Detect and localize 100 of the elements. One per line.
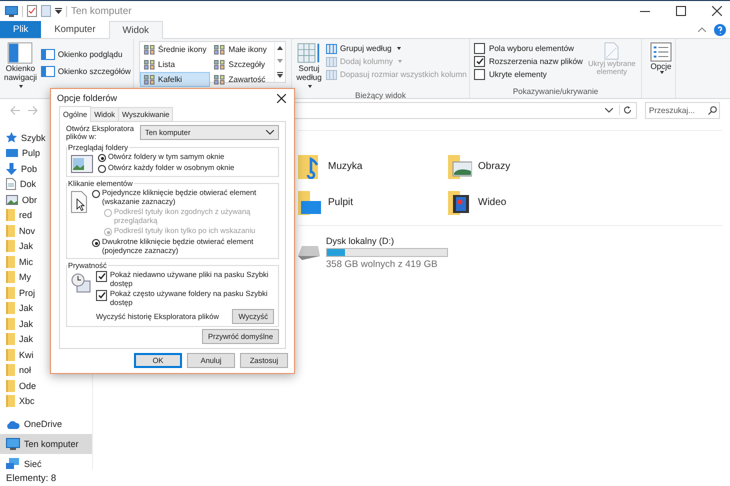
sidebar-item[interactable]: Ode [0, 378, 92, 394]
drive-name: Dysk lokalny (D:) [326, 236, 396, 246]
ribbon-checkbox[interactable]: Ukryte elementy [474, 68, 547, 81]
folder-tile[interactable]: Muzyka [298, 153, 362, 179]
window-title: Ten komputer [71, 6, 132, 16]
layout-option[interactable]: Średnie ikony [140, 42, 210, 57]
pane-layout-icon [7, 42, 34, 64]
free-space-text: 358 GB wolnych z 419 GB [326, 259, 438, 270]
cursor-icon [71, 191, 87, 213]
sidebar-item[interactable]: My [0, 270, 92, 285]
computer-icon[interactable] [5, 6, 18, 16]
sidebar-item[interactable]: Kwi [0, 347, 92, 362]
folder-name: Wideo [478, 196, 506, 208]
sidebar-item[interactable]: Ten komputer [0, 434, 92, 454]
columns-icon [326, 44, 337, 54]
pictures-folder-icon [448, 153, 472, 179]
navigation-pane-button[interactable]: Okienko nawigacji [4, 42, 37, 91]
pane-layout-icon [40, 66, 55, 77]
sort-button[interactable]: Sortuj według [296, 42, 322, 91]
desktop-folder-icon [298, 189, 322, 215]
folder-name: Obrazy [478, 160, 510, 172]
folder-name: Pulpit [328, 196, 354, 208]
folder-icon [6, 348, 15, 361]
maximize-icon[interactable] [676, 6, 686, 16]
help-icon[interactable] [714, 24, 726, 36]
folder-icon [6, 209, 15, 222]
list-icon [650, 42, 672, 62]
expand-icon[interactable] [277, 72, 283, 78]
sidebar-item[interactable]: Jak [0, 332, 92, 347]
checkmark-icon [476, 58, 484, 65]
icons-grid-icon [144, 44, 155, 54]
sidebar-item[interactable]: Nov [0, 223, 92, 238]
chevron-down-icon[interactable] [605, 108, 613, 112]
pane-button[interactable]: Okienko szczegółów [40, 63, 131, 80]
close-icon[interactable] [277, 94, 286, 102]
document-icon [6, 178, 16, 190]
folder-icon [6, 224, 15, 237]
folder-icon [6, 286, 15, 299]
folder-icon [6, 256, 15, 268]
pane-layout-icon [40, 49, 55, 60]
icons-grid-icon [214, 60, 226, 70]
sidebar-item[interactable]: Jak [0, 316, 92, 332]
layout-option[interactable]: Lista [140, 57, 210, 72]
scroll-down-icon[interactable] [277, 58, 283, 63]
ribbon-checkbox[interactable]: Rozszerzenia nazw plików [474, 55, 583, 68]
chevron-up-icon[interactable] [698, 27, 706, 32]
sidebar-item[interactable]: Pob [0, 161, 92, 176]
close-icon[interactable] [712, 6, 722, 16]
layout-option[interactable]: Małe ikony [210, 42, 274, 57]
search-field[interactable]: Przeszukaj... [645, 102, 720, 118]
sidebar-item[interactable]: red [0, 208, 92, 223]
search-icon [708, 106, 717, 114]
icons-grid-icon [144, 74, 155, 84]
folder-icon [6, 271, 15, 284]
chevron-down-icon [266, 130, 274, 135]
star-icon [6, 132, 17, 144]
folder-name: Muzyka [328, 160, 362, 172]
sidebar-item[interactable]: Xbc [0, 394, 92, 409]
sidebar-item[interactable]: Jak [0, 300, 92, 316]
ribbon-tab[interactable]: Widok [108, 21, 163, 39]
layout-option[interactable]: Kafelki [140, 72, 210, 87]
sidebar-item[interactable]: Sieć [0, 454, 92, 474]
columns-icon [326, 56, 337, 66]
dialog-title: Opcje folderów [57, 93, 118, 103]
sidebar-item[interactable]: OneDrive [0, 414, 92, 434]
icons-grid-icon [144, 60, 155, 70]
properties-icon[interactable] [27, 5, 37, 17]
folder-tile[interactable]: Obrazy [448, 153, 510, 179]
table-sort-icon [296, 42, 322, 64]
computer-icon [6, 438, 20, 450]
icons-grid-icon [214, 74, 226, 84]
scroll-up-icon[interactable] [277, 46, 283, 50]
folder-tile[interactable]: Wideo [448, 189, 506, 215]
layout-option[interactable]: Zawartość [210, 72, 274, 87]
sidebar-item[interactable]: Jak [0, 238, 92, 254]
options-button[interactable]: Opcje [646, 42, 676, 74]
columns-icon [326, 70, 337, 80]
picture-icon [6, 194, 18, 205]
layout-option[interactable]: Szczegóły [210, 57, 274, 72]
group-label: Pokazywanie/ukrywanie [512, 87, 600, 98]
drive-tile[interactable]: Dysk lokalny (D:) 358 GB wolnych z 419 GB [298, 236, 448, 270]
sidebar-item[interactable]: Proj [0, 285, 92, 300]
desktop-icon [6, 148, 18, 158]
view-command[interactable]: Grupuj według [326, 42, 401, 55]
window-icon [71, 155, 93, 173]
folder-tile[interactable]: Pulpit [298, 189, 354, 215]
sidebar-item[interactable]: noł [0, 362, 92, 378]
caret-icon[interactable] [55, 8, 62, 14]
network-icon [6, 458, 20, 470]
cloud-icon [6, 420, 20, 428]
checkmark-icon [98, 273, 106, 280]
sidebar-item[interactable]: Obr [0, 192, 92, 208]
refresh-icon[interactable] [619, 105, 632, 115]
document-icon [604, 42, 620, 60]
ribbon-tab[interactable]: Plik [0, 21, 42, 38]
ribbon-tab[interactable]: Komputer [41, 21, 108, 38]
ribbon-checkbox[interactable]: Pola wyboru elementów [474, 42, 574, 55]
pane-button[interactable]: Okienko podglądu [40, 46, 122, 63]
folder-icon [6, 302, 15, 314]
folder-icon [6, 380, 15, 392]
